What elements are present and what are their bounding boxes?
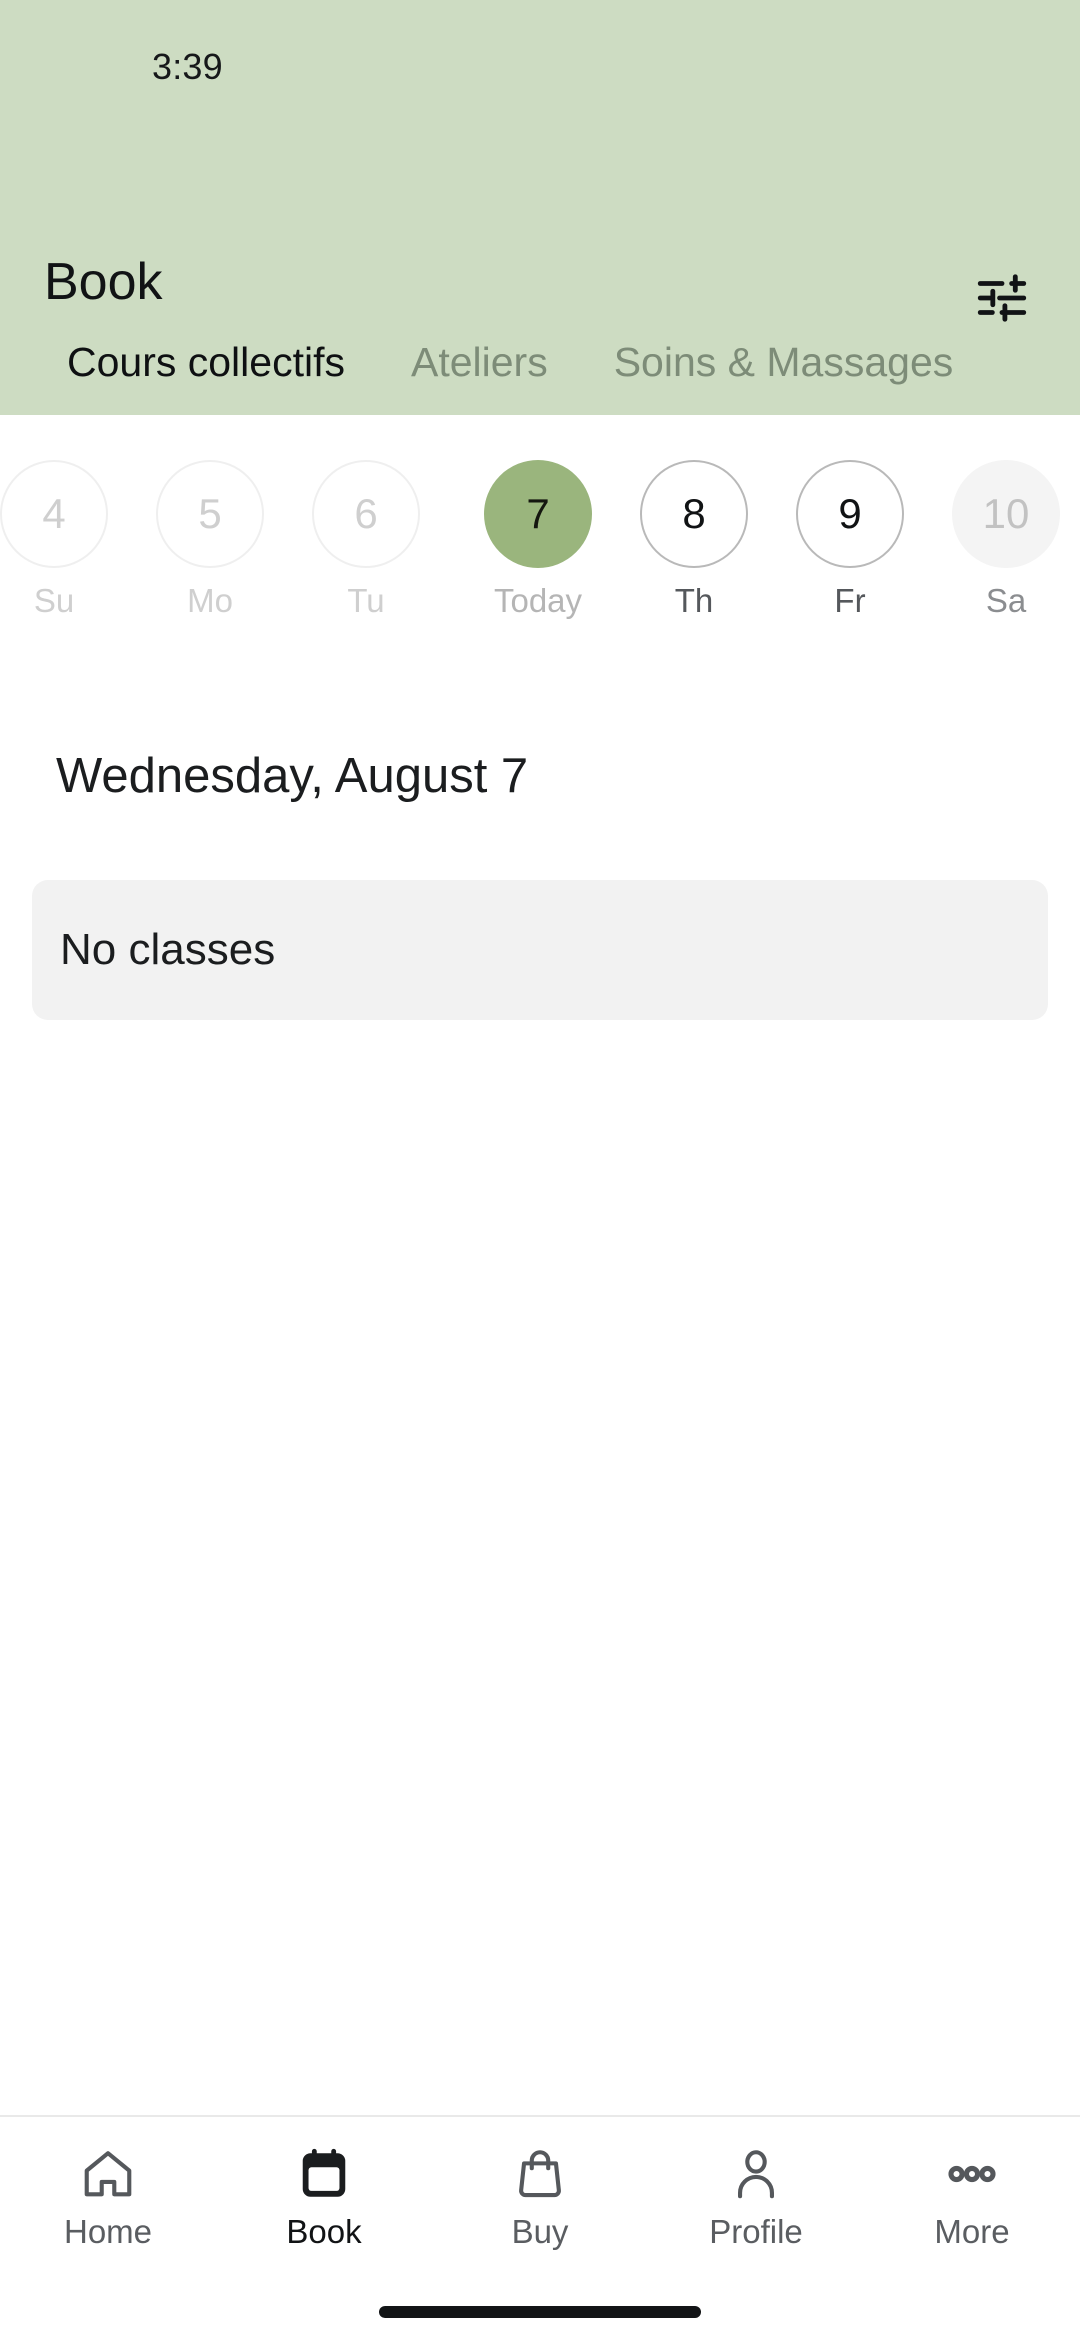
no-classes-card: No classes [32,880,1048,1020]
date-item-4[interactable]: 4 Su [0,460,126,617]
nav-label-profile: Profile [709,2213,803,2250]
home-icon [77,2143,139,2205]
date-circle-7: 7 [484,460,592,568]
nav-label-book: Book [286,2213,362,2250]
date-weekday-9: Fr [834,582,866,619]
date-item-6[interactable]: 6 Tu [294,460,438,617]
date-item-10[interactable]: 10 Sa [934,460,1078,617]
app-screen: 3:39 Book Cours collectifs Ateliers Soin… [0,0,1080,2340]
date-item-5[interactable]: 5 Mo [138,460,282,617]
bag-icon [509,2143,571,2205]
selected-day-heading: Wednesday, August 7 [56,749,529,803]
ellipsis-icon [941,2143,1003,2205]
app-header: 3:39 Book Cours collectifs Ateliers Soin… [0,0,1080,415]
date-circle-6: 6 [312,460,420,568]
date-item-7-today[interactable]: 7 Today [466,460,610,617]
status-bar-time: 3:39 [152,46,223,87]
nav-label-more: More [934,2213,1010,2250]
nav-item-more[interactable]: More [864,2117,1080,2287]
nav-label-buy: Buy [511,2213,569,2250]
nav-label-home: Home [63,2213,153,2250]
date-circle-10: 10 [952,460,1060,568]
nav-item-home[interactable]: Home [0,2117,216,2287]
nav-item-buy[interactable]: Buy [432,2117,648,2287]
nav-item-book[interactable]: Book [216,2117,432,2287]
nav-item-profile[interactable]: Profile [648,2117,864,2287]
date-circle-5: 5 [156,460,264,568]
bottom-navigation-bar: Home Book Buy Profile More [0,2115,1080,2340]
date-weekday-today: Today [493,582,583,619]
date-weekday-4: Su [33,582,75,619]
date-circle-4: 4 [0,460,108,568]
date-circle-9: 9 [796,460,904,568]
category-tabs: Cours collectifs Ateliers Soins & Massag… [0,308,1080,415]
date-item-9[interactable]: 9 Fr [778,460,922,617]
date-weekday-5: Mo [187,582,233,619]
date-weekday-10: Sa [985,582,1027,619]
home-indicator [379,2306,701,2318]
tab-cours-collectifs[interactable]: Cours collectifs [34,308,378,383]
no-classes-message: No classes [60,925,276,974]
date-weekday-6: Tu [347,582,385,619]
tab-soins-massages[interactable]: Soins & Massages [581,308,987,383]
page-title: Book [44,253,163,311]
date-weekday-8: Th [674,582,714,619]
person-icon [725,2143,787,2205]
date-selector-strip[interactable]: 4 Su 5 Mo 6 Tu 7 Today 8 Th 9 Fr 10 Sa [0,460,1080,650]
date-item-8[interactable]: 8 Th [622,460,766,617]
date-circle-8: 8 [640,460,748,568]
calendar-icon [293,2143,355,2205]
tab-ateliers[interactable]: Ateliers [378,308,581,383]
status-bar: 3:39 [0,0,1080,104]
app-bar: Book [0,104,1080,322]
